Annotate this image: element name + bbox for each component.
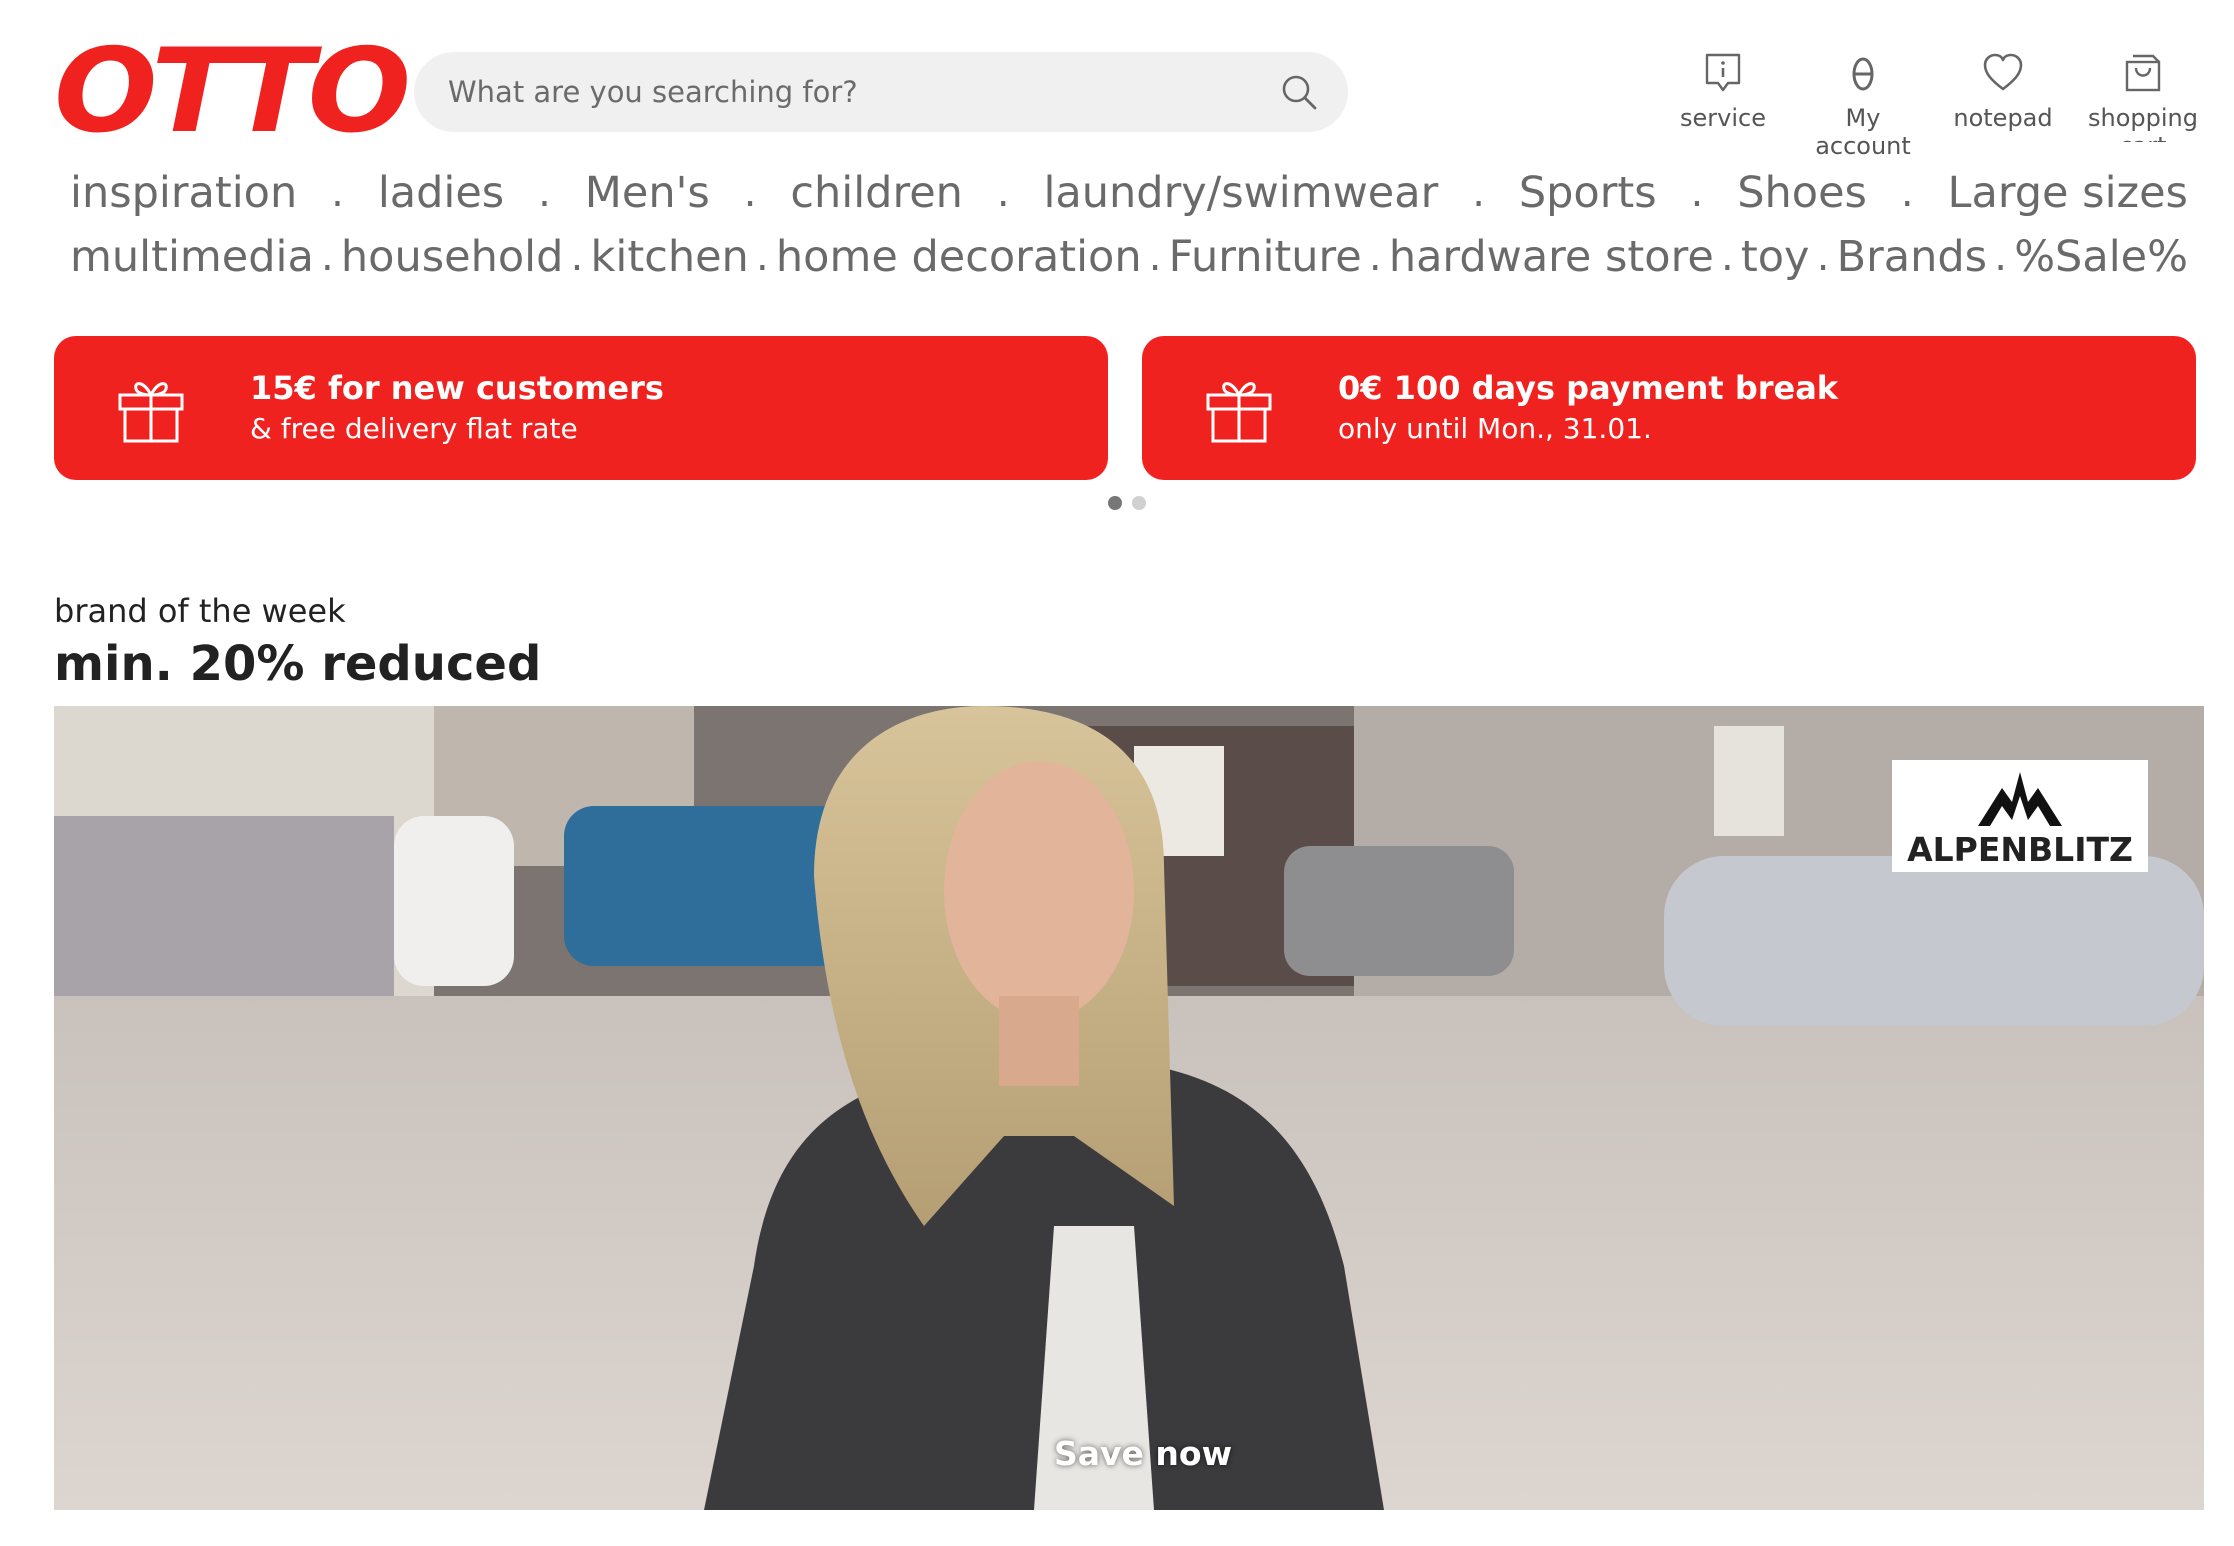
my-account-label: My account bbox=[1815, 104, 1911, 160]
category-nav-row-2: multimedia . household . kitchen . home … bbox=[70, 232, 2188, 282]
notepad-label: notepad bbox=[1953, 104, 2053, 132]
save-now-button[interactable]: Save now bbox=[1054, 1434, 1232, 1473]
nav-separator: . bbox=[570, 234, 584, 280]
promo-title: 0€ 100 days payment break bbox=[1338, 369, 1839, 407]
shopping-cart-link[interactable]: shopping cart bbox=[2078, 52, 2208, 142]
nav-separator: . bbox=[743, 170, 757, 216]
nav-separator: . bbox=[331, 170, 344, 216]
nav-item-ladies[interactable]: ladies bbox=[378, 168, 504, 218]
nav-separator: . bbox=[1368, 234, 1382, 280]
heart-icon bbox=[1983, 53, 2023, 91]
promo-text: 0€ 100 days payment break only until Mon… bbox=[1338, 367, 1838, 449]
notepad-link[interactable]: notepad bbox=[1938, 52, 2068, 132]
nav-separator: . bbox=[1148, 234, 1162, 280]
my-account-link[interactable]: My account bbox=[1798, 52, 1928, 160]
hero-photo bbox=[54, 706, 2204, 1510]
brand-week-subtitle: brand of the week bbox=[54, 592, 346, 630]
nav-separator: . bbox=[1690, 170, 1704, 216]
nav-item-brands[interactable]: Brands bbox=[1837, 232, 1987, 282]
nav-item-household[interactable]: household bbox=[341, 232, 563, 282]
nav-item-children[interactable]: children bbox=[790, 168, 963, 218]
nav-separator: . bbox=[1994, 234, 2007, 280]
service-link[interactable]: service bbox=[1658, 52, 1788, 132]
search-bar[interactable] bbox=[414, 52, 1348, 132]
nav-separator: . bbox=[996, 170, 1010, 216]
nav-item-hardware-store[interactable]: hardware store bbox=[1389, 232, 1714, 282]
nav-item-shoes[interactable]: Shoes bbox=[1737, 168, 1867, 218]
nav-separator: . bbox=[1816, 234, 1830, 280]
info-bubble-icon bbox=[1705, 53, 1741, 92]
brand-name: ALPENBLITZ bbox=[1907, 830, 2133, 869]
nav-item-sports[interactable]: Sports bbox=[1519, 168, 1657, 218]
promo-banner-new-customers[interactable]: 15€ for new customers & free delivery fl… bbox=[54, 336, 1108, 480]
gift-icon bbox=[1206, 382, 1272, 443]
category-nav-row-1: inspiration . ladies . Men's . children … bbox=[70, 168, 2188, 218]
nav-separator: . bbox=[1720, 234, 1734, 280]
shopping-bag-icon bbox=[2125, 54, 2161, 92]
search-input[interactable] bbox=[446, 74, 1280, 110]
nav-separator: . bbox=[1472, 170, 1485, 216]
promo-subtitle: & free delivery flat rate bbox=[250, 412, 578, 445]
nav-item-furniture[interactable]: Furniture bbox=[1169, 232, 1362, 282]
search-icon[interactable] bbox=[1280, 73, 1318, 111]
promo-subtitle: only until Mon., 31.01. bbox=[1338, 412, 1652, 445]
shopping-cart-label: shopping cart bbox=[2088, 104, 2198, 142]
nav-separator: . bbox=[321, 234, 334, 280]
nav-item-laundry-swimwear[interactable]: laundry/swimwear bbox=[1043, 168, 1438, 218]
brand-week-title: min. 20% reduced bbox=[54, 636, 542, 692]
nav-separator: . bbox=[756, 234, 769, 280]
otto-logo[interactable]: OTTO bbox=[54, 34, 411, 150]
promo-title: 15€ for new customers bbox=[250, 369, 664, 407]
nav-item-toy[interactable]: toy bbox=[1741, 232, 1810, 282]
nav-item-multimedia[interactable]: multimedia bbox=[70, 232, 314, 282]
nav-item-large-sizes[interactable]: Large sizes bbox=[1948, 168, 2188, 218]
carousel-indicator bbox=[1108, 496, 1146, 510]
carousel-dot-2[interactable] bbox=[1132, 496, 1146, 510]
brand-week-hero-image[interactable] bbox=[54, 706, 2204, 1510]
brand-logo-badge: ALPENBLITZ bbox=[1892, 760, 2148, 872]
nav-item-inspiration[interactable]: inspiration bbox=[70, 168, 297, 218]
user-icon bbox=[1852, 57, 1874, 91]
promo-banner-payment-break[interactable]: 0€ 100 days payment break only until Mon… bbox=[1142, 336, 2196, 480]
carousel-dot-1[interactable] bbox=[1108, 496, 1122, 510]
mountain-logo-icon bbox=[1978, 772, 2062, 826]
nav-item-sale[interactable]: %Sale% bbox=[2014, 232, 2188, 282]
gift-icon bbox=[118, 382, 184, 443]
nav-item-home-decoration[interactable]: home decoration bbox=[776, 232, 1142, 282]
nav-item-mens[interactable]: Men's bbox=[585, 168, 710, 218]
service-label: service bbox=[1680, 104, 1766, 132]
promo-text: 15€ for new customers & free delivery fl… bbox=[250, 367, 664, 449]
nav-item-kitchen[interactable]: kitchen bbox=[591, 232, 749, 282]
nav-separator: . bbox=[1900, 170, 1914, 216]
nav-separator: . bbox=[538, 170, 551, 216]
